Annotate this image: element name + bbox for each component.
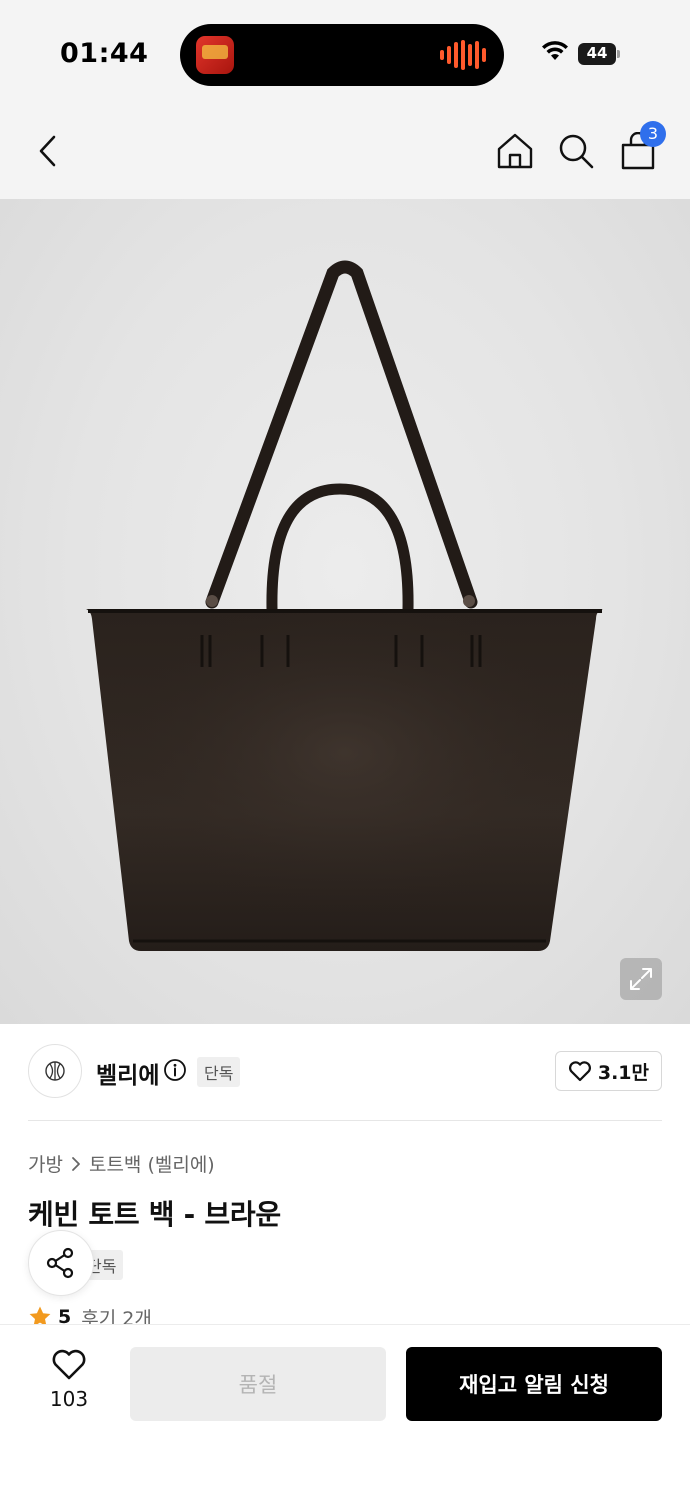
breadcrumb-category[interactable]: 가방: [28, 1150, 63, 1177]
wishlist-button[interactable]: 103: [30, 1349, 108, 1423]
back-button[interactable]: [24, 127, 72, 175]
brand-logo[interactable]: [28, 1044, 82, 1098]
wishlist-count: 103: [49, 1387, 89, 1411]
expand-icon: [630, 968, 652, 990]
home-icon: [497, 133, 533, 169]
brand-logo-icon: [45, 1061, 65, 1081]
cart-count-badge: 3: [640, 121, 666, 147]
share-icon: [46, 1247, 74, 1279]
product-title: 케빈 토트 백 - 브라운: [28, 1198, 281, 1231]
wifi-icon: [542, 41, 568, 60]
bottom-action-bar: 103 품절 재입고 알림 신청: [0, 1324, 690, 1500]
home-button[interactable]: [491, 127, 539, 175]
battery-icon: 44: [578, 43, 620, 65]
share-button[interactable]: [28, 1230, 94, 1296]
cart-button[interactable]: 3: [614, 121, 666, 175]
info-icon[interactable]: [163, 1058, 187, 1082]
now-playing-app-icon: [196, 36, 234, 74]
product-image[interactable]: [0, 199, 690, 1024]
heart-outline-icon: [568, 1061, 591, 1082]
chevron-right-icon: [72, 1156, 80, 1171]
brand-like-count: 3.1만: [597, 1061, 649, 1084]
restock-alert-button[interactable]: 재입고 알림 신청: [406, 1347, 662, 1421]
search-button[interactable]: [552, 127, 600, 175]
breadcrumb: 가방 토트백 (벨리에): [28, 1150, 215, 1177]
expand-image-button[interactable]: [620, 958, 662, 1000]
battery-level: 44: [586, 44, 608, 62]
breadcrumb-subcategory[interactable]: 토트백 (벨리에): [89, 1150, 215, 1177]
top-nav-bar: 3: [0, 105, 690, 199]
brand-name[interactable]: 벨리에: [96, 1056, 159, 1090]
audio-waveform-icon: [440, 40, 486, 70]
heart-outline-icon: [52, 1349, 86, 1380]
status-bar: 01:44 44: [0, 0, 690, 105]
brand-like-button[interactable]: 3.1만: [554, 1051, 662, 1091]
search-icon: [559, 134, 594, 169]
divider: [28, 1120, 662, 1121]
tote-bag-photo: [86, 260, 603, 951]
chevron-left-icon: [39, 135, 56, 167]
dynamic-island[interactable]: [180, 24, 504, 86]
soldout-button[interactable]: 품절: [130, 1347, 386, 1421]
exclusive-badge: 단독: [197, 1057, 241, 1087]
brand-row: 벨리에 단독 3.1만: [28, 1044, 662, 1100]
status-time: 01:44: [60, 38, 149, 69]
